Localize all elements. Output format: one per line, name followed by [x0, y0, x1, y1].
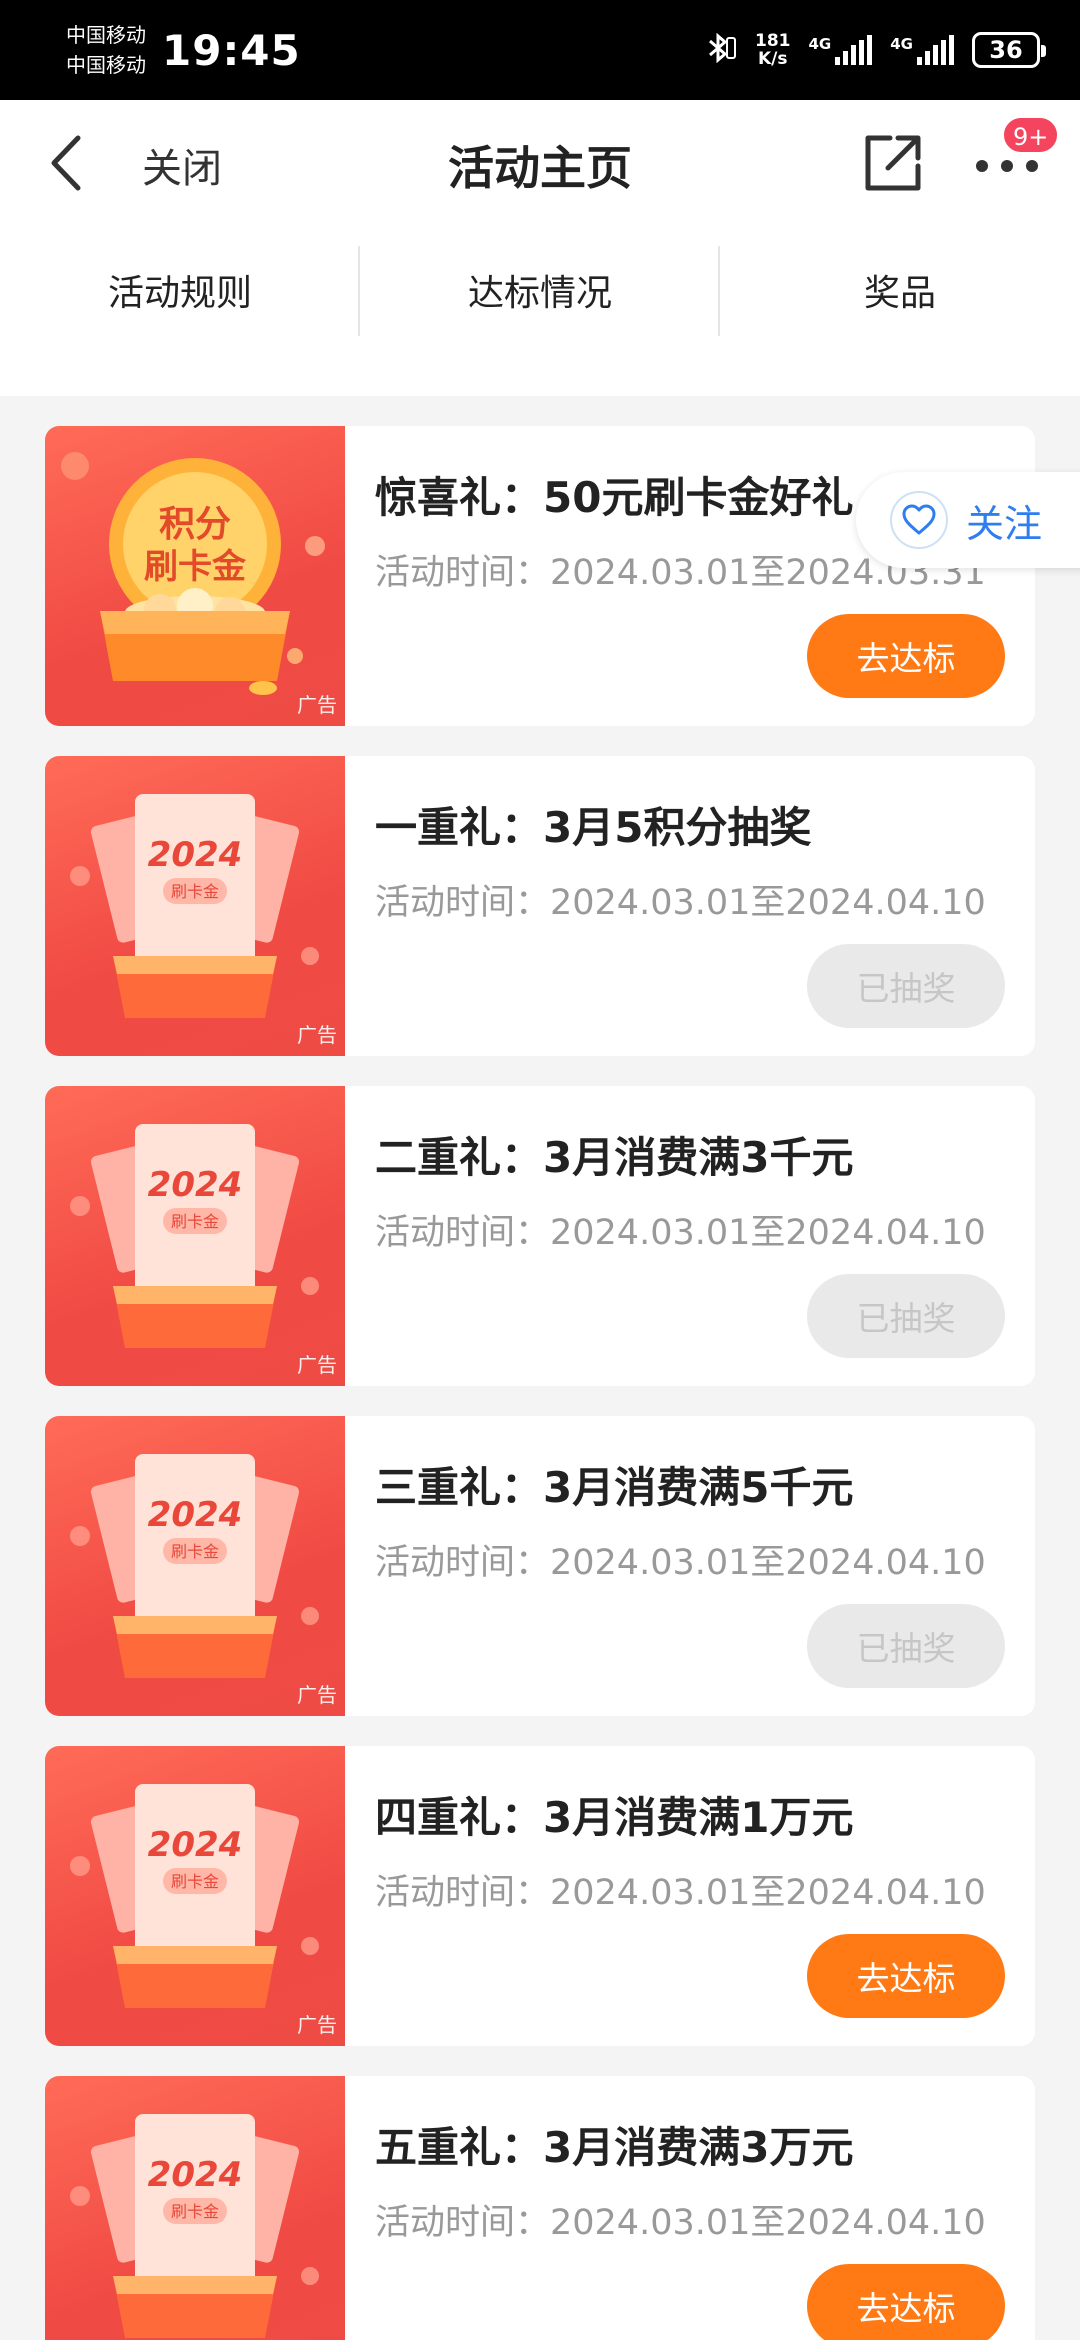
drawn-button: 已抽奖: [807, 1604, 1005, 1688]
activity-list: 积分 刷卡金 广告 惊喜礼：50元刷卡金好礼 活动时间：2024.03.01至2…: [45, 426, 1035, 2340]
signal-bars-icon: [917, 35, 954, 65]
bluetooth-icon: [701, 30, 737, 70]
status-bar: 中国移动 中国移动 19:45 181 K/s 4G 4G 36: [0, 0, 1080, 100]
ad-label: 广告: [297, 1023, 337, 1047]
voucher-gift-image: 2024 刷卡金 广告: [45, 1416, 345, 1716]
svg-text:2024: 2024: [148, 835, 243, 875]
network-type-1: 4G: [808, 35, 832, 53]
card-time: 活动时间：2024.03.01至2024.04.10: [375, 883, 986, 923]
card-time: 活动时间：2024.03.01至2024.04.10: [375, 2203, 986, 2243]
tab-progress[interactable]: 达标情况: [360, 228, 720, 396]
notification-badge: 9+: [1002, 116, 1060, 154]
voucher-gift-image: 2024 刷卡金 广告: [45, 1086, 345, 1386]
tab-divider: [358, 246, 360, 336]
card-title: 二重礼：3月消费满3千元: [375, 1133, 854, 1182]
activity-card[interactable]: 2024 刷卡金 广告 四重礼：3月消费满1万元 活动时间：2024.03.01…: [45, 1746, 1035, 2046]
go-qualify-button[interactable]: 去达标: [807, 2264, 1005, 2340]
svg-text:刷卡金: 刷卡金: [171, 1212, 219, 1231]
signal-bars-icon: [835, 35, 873, 65]
speed-value: 181: [755, 31, 791, 51]
go-qualify-button[interactable]: 去达标: [807, 1934, 1005, 2018]
tab-divider: [718, 246, 720, 336]
card-title: 五重礼：3月消费满3万元: [375, 2123, 854, 2172]
speed-unit: K/s: [757, 49, 788, 69]
signal-1: 4G: [809, 35, 873, 65]
card-time: 活动时间：2024.03.01至2024.04.10: [375, 1213, 986, 1253]
status-time: 19:45: [162, 26, 301, 75]
ad-label: 广告: [297, 1353, 337, 1377]
carrier-info: 中国移动 中国移动: [66, 20, 146, 80]
svg-text:刷卡金: 刷卡金: [144, 547, 247, 587]
coin-gift-image: 积分 刷卡金 广告: [45, 426, 345, 726]
tab-bar: 活动规则 达标情况 奖品: [0, 228, 1080, 396]
svg-text:2024: 2024: [148, 2155, 243, 2195]
card-title: 四重礼：3月消费满1万元: [375, 1793, 854, 1842]
activity-card[interactable]: 2024 刷卡金 广告 三重礼：3月消费满5千元 活动时间：2024.03.01…: [45, 1416, 1035, 1716]
tab-prizes[interactable]: 奖品: [720, 228, 1080, 396]
svg-text:2024: 2024: [148, 1825, 243, 1865]
carrier-1: 中国移动: [66, 23, 146, 47]
ad-label: 广告: [297, 2013, 337, 2037]
share-button[interactable]: [862, 132, 924, 194]
card-time: 活动时间：2024.03.01至2024.04.10: [375, 1543, 986, 1583]
heart-icon: [890, 491, 948, 549]
status-indicators: 181 K/s 4G 4G 36: [701, 28, 1046, 72]
voucher-gift-image: 2024 刷卡金 广告: [45, 756, 345, 1056]
drawn-button: 已抽奖: [807, 944, 1005, 1028]
activity-card[interactable]: 2024 刷卡金 广告 一重礼：3月5积分抽奖 活动时间：2024.03.01至…: [45, 756, 1035, 1056]
follow-button[interactable]: 关注: [856, 472, 1080, 568]
battery-icon: 36: [972, 32, 1046, 68]
ad-label: 广告: [297, 1683, 337, 1707]
network-type-2: 4G: [890, 35, 913, 53]
card-title: 惊喜礼：50元刷卡金好礼: [375, 473, 854, 522]
nav-bar: 关闭 活动主页: [0, 100, 1080, 228]
network-speed: 181 K/s: [755, 32, 791, 68]
svg-text:刷卡金: 刷卡金: [171, 882, 219, 901]
voucher-gift-image: 2024 刷卡金: [45, 2076, 345, 2340]
follow-label: 关注: [966, 501, 1043, 546]
carrier-2: 中国移动: [66, 53, 146, 77]
svg-text:刷卡金: 刷卡金: [171, 1542, 219, 1561]
card-time: 活动时间：2024.03.01至2024.04.10: [375, 1873, 986, 1913]
share-icon: [865, 135, 921, 191]
ad-label: 广告: [297, 693, 337, 717]
activity-card[interactable]: 积分 刷卡金 广告 惊喜礼：50元刷卡金好礼 活动时间：2024.03.01至2…: [45, 426, 1035, 726]
activity-card[interactable]: 2024 刷卡金 五重礼：3月消费满3万元 活动时间：2024.03.01至20…: [45, 2076, 1035, 2340]
svg-text:刷卡金: 刷卡金: [171, 2202, 219, 2221]
signal-2: 4G: [890, 35, 954, 65]
drawn-button: 已抽奖: [807, 1274, 1005, 1358]
card-title: 三重礼：3月消费满5千元: [375, 1463, 854, 1512]
go-qualify-button[interactable]: 去达标: [807, 614, 1005, 698]
activity-card[interactable]: 2024 刷卡金 广告 二重礼：3月消费满3千元 活动时间：2024.03.01…: [45, 1086, 1035, 1386]
card-title: 一重礼：3月5积分抽奖: [375, 803, 812, 852]
voucher-gift-image: 2024 刷卡金 广告: [45, 1746, 345, 2046]
svg-text:2024: 2024: [148, 1165, 243, 1205]
svg-text:刷卡金: 刷卡金: [171, 1872, 219, 1891]
art-text: 积分: [159, 504, 231, 545]
svg-text:2024: 2024: [148, 1495, 243, 1535]
tab-rules[interactable]: 活动规则: [0, 228, 360, 396]
